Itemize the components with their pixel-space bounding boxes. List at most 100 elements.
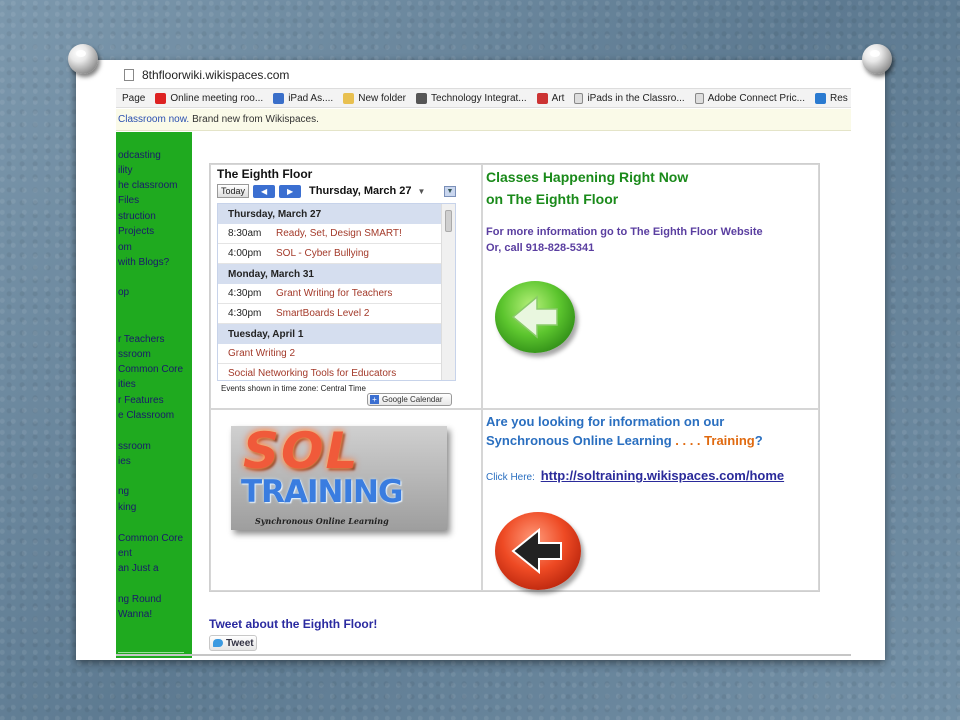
tweet-button[interactable]: Tweet	[209, 635, 257, 651]
sol-training-logo[interactable]: SOL TRAINING Synchronous Online Learning	[231, 426, 447, 530]
event-title[interactable]: Grant Writing 2	[228, 348, 295, 359]
event-title[interactable]: SOL - Cyber Bullying	[276, 248, 369, 259]
sol-logo-training: TRAINING	[241, 474, 403, 510]
sidebar-link[interactable]: ent	[118, 548, 132, 559]
bookmark-item[interactable]: Technology Integrat...	[416, 92, 527, 104]
sidebar-link[interactable]: ssroom	[118, 349, 151, 360]
bookmark-label: Online meeting roo...	[170, 92, 264, 104]
pushpin-left-icon	[68, 44, 98, 74]
tweet-button-label: Tweet	[226, 637, 254, 649]
sidebar-link[interactable]: ility	[118, 165, 132, 176]
sidebar-link[interactable]: Wanna!	[118, 609, 152, 620]
bookmark-label: Adobe Connect Pric...	[707, 92, 805, 104]
green-arrow-icon[interactable]	[495, 281, 575, 353]
red-arrow-icon[interactable]	[495, 512, 581, 590]
bookmark-item[interactable]: Online meeting roo...	[155, 92, 264, 104]
classes-heading-2: on The Eighth Floor	[486, 191, 619, 207]
bookmark-item[interactable]: New folder	[343, 92, 406, 104]
sol-info-cell: Are you looking for information on our S…	[482, 409, 819, 591]
sidebar-link[interactable]: ssroom	[118, 441, 151, 452]
sidebar-link[interactable]: e Classroom	[118, 410, 174, 421]
classes-cell: Classes Happening Right Now on The Eight…	[482, 164, 819, 409]
sol-question-1: Are you looking for information on our	[486, 414, 725, 429]
agenda-scrollbar[interactable]	[441, 204, 455, 380]
wikispaces-notice: Classroom now. Brand new from Wikispaces…	[116, 109, 851, 131]
sidebar-link[interactable]: Files	[118, 195, 139, 206]
calendar-agenda: Thursday, March 27 8:30am Ready, Set, Desi…	[217, 203, 456, 381]
sidebar-link[interactable]: Common Core	[118, 533, 183, 544]
sidebar-link[interactable]: ities	[118, 379, 136, 390]
bookmark-label: iPad As....	[288, 92, 334, 104]
sol-question-2: Synchronous Online Learning . . . . Trai…	[486, 433, 763, 448]
sidebar-link[interactable]: op	[118, 287, 129, 298]
prev-arrow-icon[interactable]: ◀	[253, 184, 276, 198]
wiki-sidebar: odcasting ility he classroom Files struction…	[116, 132, 192, 658]
bookmark-label: Res	[829, 92, 848, 104]
event-title[interactable]: SmartBoards Level 2	[276, 308, 369, 319]
adobe-icon	[155, 92, 167, 104]
soltraining-link[interactable]: http://soltraining.wikispaces.com/home	[541, 468, 784, 483]
info-line-1[interactable]: For more information go to The Eighth Fl…	[486, 226, 763, 238]
sidebar-link[interactable]: struction	[118, 211, 156, 222]
sidebar-link[interactable]: ng	[118, 486, 129, 497]
folder-icon	[343, 92, 355, 104]
art-icon	[536, 92, 548, 104]
chevron-down-icon[interactable]: ▼	[418, 187, 426, 196]
agenda-event[interactable]: 4:30pm SmartBoards Level 2	[218, 304, 442, 324]
arrow-left-glyph	[511, 527, 562, 575]
today-button[interactable]: Today	[217, 184, 250, 198]
sidebar-link[interactable]: r Teachers	[118, 334, 165, 345]
sidebar-link[interactable]: odcasting	[118, 150, 161, 161]
bottom-divider	[116, 654, 851, 656]
agenda-event[interactable]: Social Networking Tools for Educators	[218, 364, 442, 380]
sol-question-mark: ?	[754, 433, 763, 448]
url-text[interactable]: 8thfloorwiki.wikispaces.com	[142, 68, 289, 82]
web-icon	[814, 92, 826, 104]
content-table: The Eighth Floor Today ◀ ▶ Thursday, Mar…	[209, 163, 820, 592]
arrow-left-glyph	[511, 295, 558, 339]
agenda-event[interactable]: 8:30am Ready, Set, Design SMART!	[218, 224, 442, 244]
bookmarks-bar: Page Online meeting roo... iPad As.... New …	[116, 88, 851, 108]
sidebar-link[interactable]: with Blogs?	[118, 257, 169, 268]
address-bar[interactable]: 8thfloorwiki.wikispaces.com	[116, 62, 851, 88]
sidebar-link[interactable]: king	[118, 502, 136, 513]
browser-screenshot: 8thfloorwiki.wikispaces.com Page Online m…	[116, 62, 851, 658]
gear-icon	[416, 92, 428, 104]
page-icon	[124, 69, 134, 81]
event-title[interactable]: Grant Writing for Teachers	[276, 288, 392, 299]
notice-text: Brand new from Wikispaces.	[192, 114, 319, 125]
event-time: 4:30pm	[228, 308, 262, 319]
sidebar-link[interactable]: Projects	[118, 226, 154, 237]
bookmark-label: Art	[551, 92, 565, 104]
calendar-cell: The Eighth Floor Today ◀ ▶ Thursday, Mar…	[210, 164, 482, 409]
scrollbar-thumb[interactable]	[445, 210, 452, 232]
sol-question-2a: Synchronous Online Learning	[486, 433, 672, 448]
page-icon	[574, 92, 584, 104]
bookmark-item[interactable]: Art	[536, 92, 565, 104]
bookmark-item[interactable]: iPads in the Classro...	[574, 92, 685, 104]
page-icon	[694, 92, 704, 104]
event-title[interactable]: Social Networking Tools for Educators	[228, 368, 396, 379]
google-calendar-button[interactable]: + Google Calendar	[367, 393, 452, 406]
sidebar-link[interactable]: r Features	[118, 395, 164, 406]
bookmark-item[interactable]: Page	[122, 93, 145, 104]
tweet-heading[interactable]: Tweet about the Eighth Floor!	[209, 617, 377, 631]
sidebar-link[interactable]: ng Round	[118, 594, 161, 605]
click-here-label: Click Here:	[486, 472, 535, 483]
next-arrow-icon[interactable]: ▶	[279, 184, 302, 198]
calendar-menu-icon[interactable]: ▼	[444, 186, 456, 197]
sidebar-link[interactable]: an Just a	[118, 563, 159, 574]
event-title[interactable]: Ready, Set, Design SMART!	[276, 228, 402, 239]
sidebar-link[interactable]: ies	[118, 456, 131, 467]
bookmark-item[interactable]: Adobe Connect Pric...	[694, 92, 805, 104]
agenda-event[interactable]: 4:30pm Grant Writing for Teachers	[218, 284, 442, 304]
bookmark-item[interactable]: iPad As....	[273, 92, 334, 104]
bookmark-label: Page	[122, 92, 146, 104]
sidebar-link[interactable]: he classroom	[118, 180, 177, 191]
notice-link[interactable]: Classroom now.	[118, 114, 189, 125]
agenda-event[interactable]: 4:00pm SOL - Cyber Bullying	[218, 244, 442, 264]
bookmark-item[interactable]: Res	[814, 92, 848, 104]
agenda-event[interactable]: Grant Writing 2	[218, 344, 442, 364]
sidebar-link[interactable]: Common Core	[118, 364, 183, 375]
sidebar-link[interactable]: om	[118, 242, 132, 253]
